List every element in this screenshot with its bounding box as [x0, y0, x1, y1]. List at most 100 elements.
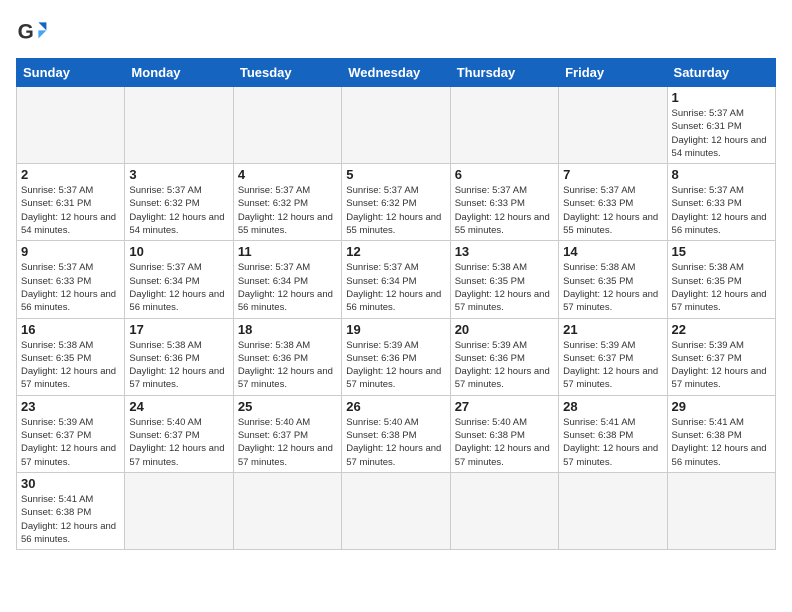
day-info: Sunrise: 5:37 AMSunset: 6:34 PMDaylight:…: [238, 261, 337, 314]
day-number: 20: [455, 322, 554, 337]
col-header-friday: Friday: [559, 59, 667, 87]
day-info: Sunrise: 5:40 AMSunset: 6:37 PMDaylight:…: [129, 416, 228, 469]
calendar-day-cell: 28 Sunrise: 5:41 AMSunset: 6:38 PMDayligh…: [559, 395, 667, 472]
day-number: 25: [238, 399, 337, 414]
day-info: Sunrise: 5:40 AMSunset: 6:37 PMDaylight:…: [238, 416, 337, 469]
day-info: Sunrise: 5:38 AMSunset: 6:35 PMDaylight:…: [21, 339, 120, 392]
day-info: Sunrise: 5:41 AMSunset: 6:38 PMDaylight:…: [21, 493, 120, 546]
day-number: 26: [346, 399, 445, 414]
col-header-saturday: Saturday: [667, 59, 775, 87]
day-number: 9: [21, 244, 120, 259]
calendar-day-cell: 10Sunrise: 5:37 AMSunset: 6:34 PMDayligh…: [125, 241, 233, 318]
calendar-day-cell: 2 Sunrise: 5:37 AMSunset: 6:31 PMDaylight…: [17, 164, 125, 241]
col-header-thursday: Thursday: [450, 59, 558, 87]
day-info: Sunrise: 5:37 AMSunset: 6:32 PMDaylight:…: [238, 184, 337, 237]
day-number: 22: [672, 322, 771, 337]
day-info: Sunrise: 5:37 AMSunset: 6:32 PMDaylight:…: [129, 184, 228, 237]
logo-icon: G: [16, 16, 48, 48]
day-number: 29: [672, 399, 771, 414]
col-header-wednesday: Wednesday: [342, 59, 450, 87]
calendar-day-cell: 7 Sunrise: 5:37 AMSunset: 6:33 PMDaylight…: [559, 164, 667, 241]
day-info: Sunrise: 5:37 AMSunset: 6:34 PMDaylight:…: [129, 261, 228, 314]
calendar-day-cell: 21 Sunrise: 5:39 AMSunset: 6:37 PMDayligh…: [559, 318, 667, 395]
calendar-day-cell: 1 Sunrise: 5:37 AMSunset: 6:31 PMDaylight…: [667, 87, 775, 164]
calendar-day-cell: 6Sunrise: 5:37 AMSunset: 6:33 PMDaylight…: [450, 164, 558, 241]
day-info: Sunrise: 5:37 AMSunset: 6:33 PMDaylight:…: [672, 184, 771, 237]
day-number: 28: [563, 399, 662, 414]
calendar-day-cell: 15Sunrise: 5:38 AMSunset: 6:35 PMDayligh…: [667, 241, 775, 318]
col-header-tuesday: Tuesday: [233, 59, 341, 87]
day-info: Sunrise: 5:39 AMSunset: 6:36 PMDaylight:…: [455, 339, 554, 392]
day-info: Sunrise: 5:37 AMSunset: 6:31 PMDaylight:…: [672, 107, 771, 160]
day-number: 5: [346, 167, 445, 182]
day-number: 4: [238, 167, 337, 182]
calendar-day-cell: [667, 472, 775, 549]
svg-text:G: G: [18, 20, 34, 43]
day-info: Sunrise: 5:37 AMSunset: 6:33 PMDaylight:…: [21, 261, 120, 314]
day-info: Sunrise: 5:37 AMSunset: 6:34 PMDaylight:…: [346, 261, 445, 314]
day-number: 18: [238, 322, 337, 337]
calendar-week-row: 23 Sunrise: 5:39 AMSunset: 6:37 PMDayligh…: [17, 395, 776, 472]
day-info: Sunrise: 5:37 AMSunset: 6:32 PMDaylight:…: [346, 184, 445, 237]
calendar-day-cell: 3Sunrise: 5:37 AMSunset: 6:32 PMDaylight…: [125, 164, 233, 241]
calendar-day-cell: 14Sunrise: 5:38 AMSunset: 6:35 PMDayligh…: [559, 241, 667, 318]
calendar-week-row: 9 Sunrise: 5:37 AMSunset: 6:33 PMDaylight…: [17, 241, 776, 318]
day-info: Sunrise: 5:38 AMSunset: 6:36 PMDaylight:…: [129, 339, 228, 392]
day-info: Sunrise: 5:39 AMSunset: 6:37 PMDaylight:…: [21, 416, 120, 469]
calendar-day-cell: [233, 472, 341, 549]
day-info: Sunrise: 5:40 AMSunset: 6:38 PMDaylight:…: [346, 416, 445, 469]
calendar-day-cell: [559, 87, 667, 164]
calendar-table: SundayMondayTuesdayWednesdayThursdayFrid…: [16, 58, 776, 550]
calendar-day-cell: [233, 87, 341, 164]
day-info: Sunrise: 5:41 AMSunset: 6:38 PMDaylight:…: [563, 416, 662, 469]
day-number: 30: [21, 476, 120, 491]
day-number: 2: [21, 167, 120, 182]
calendar-day-cell: 17 Sunrise: 5:38 AMSunset: 6:36 PMDayligh…: [125, 318, 233, 395]
calendar-day-cell: 11Sunrise: 5:37 AMSunset: 6:34 PMDayligh…: [233, 241, 341, 318]
col-header-monday: Monday: [125, 59, 233, 87]
day-number: 6: [455, 167, 554, 182]
day-number: 23: [21, 399, 120, 414]
calendar-day-cell: 20 Sunrise: 5:39 AMSunset: 6:36 PMDayligh…: [450, 318, 558, 395]
day-number: 21: [563, 322, 662, 337]
day-number: 27: [455, 399, 554, 414]
calendar-day-cell: [450, 472, 558, 549]
calendar-week-row: 30 Sunrise: 5:41 AMSunset: 6:38 PMDayligh…: [17, 472, 776, 549]
calendar-day-cell: 18 Sunrise: 5:38 AMSunset: 6:36 PMDayligh…: [233, 318, 341, 395]
day-info: Sunrise: 5:37 AMSunset: 6:31 PMDaylight:…: [21, 184, 120, 237]
day-info: Sunrise: 5:38 AMSunset: 6:35 PMDaylight:…: [563, 261, 662, 314]
calendar-day-cell: 12 Sunrise: 5:37 AMSunset: 6:34 PMDayligh…: [342, 241, 450, 318]
calendar-day-cell: 25 Sunrise: 5:40 AMSunset: 6:37 PMDayligh…: [233, 395, 341, 472]
day-info: Sunrise: 5:39 AMSunset: 6:36 PMDaylight:…: [346, 339, 445, 392]
day-info: Sunrise: 5:38 AMSunset: 6:35 PMDaylight:…: [455, 261, 554, 314]
calendar-day-cell: 27 Sunrise: 5:40 AMSunset: 6:38 PMDayligh…: [450, 395, 558, 472]
day-info: Sunrise: 5:38 AMSunset: 6:36 PMDaylight:…: [238, 339, 337, 392]
calendar-day-cell: 13 Sunrise: 5:38 AMSunset: 6:35 PMDayligh…: [450, 241, 558, 318]
day-number: 8: [672, 167, 771, 182]
day-number: 19: [346, 322, 445, 337]
calendar-day-cell: 8 Sunrise: 5:37 AMSunset: 6:33 PMDaylight…: [667, 164, 775, 241]
day-number: 24: [129, 399, 228, 414]
calendar-day-cell: [125, 87, 233, 164]
col-header-sunday: Sunday: [17, 59, 125, 87]
day-info: Sunrise: 5:39 AMSunset: 6:37 PMDaylight:…: [672, 339, 771, 392]
logo: G: [16, 16, 52, 48]
day-number: 13: [455, 244, 554, 259]
calendar-day-cell: 29Sunrise: 5:41 AMSunset: 6:38 PMDayligh…: [667, 395, 775, 472]
day-number: 1: [672, 90, 771, 105]
calendar-day-cell: [559, 472, 667, 549]
day-number: 17: [129, 322, 228, 337]
calendar-day-cell: 30 Sunrise: 5:41 AMSunset: 6:38 PMDayligh…: [17, 472, 125, 549]
day-number: 15: [672, 244, 771, 259]
day-number: 16: [21, 322, 120, 337]
day-number: 12: [346, 244, 445, 259]
calendar-day-cell: 9 Sunrise: 5:37 AMSunset: 6:33 PMDaylight…: [17, 241, 125, 318]
day-number: 7: [563, 167, 662, 182]
calendar-day-cell: 19 Sunrise: 5:39 AMSunset: 6:36 PMDayligh…: [342, 318, 450, 395]
day-info: Sunrise: 5:40 AMSunset: 6:38 PMDaylight:…: [455, 416, 554, 469]
day-info: Sunrise: 5:37 AMSunset: 6:33 PMDaylight:…: [563, 184, 662, 237]
day-info: Sunrise: 5:39 AMSunset: 6:37 PMDaylight:…: [563, 339, 662, 392]
calendar-day-cell: 23 Sunrise: 5:39 AMSunset: 6:37 PMDayligh…: [17, 395, 125, 472]
page-header: G: [16, 16, 776, 48]
calendar-week-row: 1 Sunrise: 5:37 AMSunset: 6:31 PMDaylight…: [17, 87, 776, 164]
